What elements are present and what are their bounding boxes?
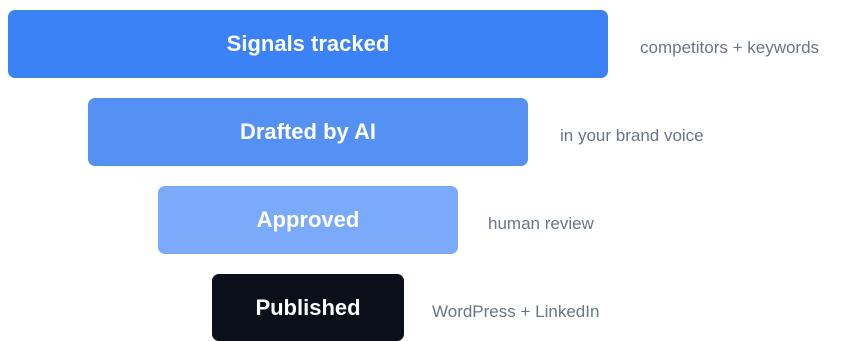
- stage-approved: Approved: [158, 186, 458, 254]
- stage-note: in your brand voice: [560, 126, 704, 145]
- stage-label: Published: [255, 294, 361, 320]
- stage-note: human review: [488, 214, 594, 233]
- stage-drafted-by-ai: Drafted by AI: [88, 98, 528, 166]
- stage-note: WordPress + LinkedIn: [432, 302, 600, 321]
- stage-label: Drafted by AI: [239, 119, 377, 144]
- stage-note: competitors + keywords: [640, 38, 820, 57]
- stage-label: Signals tracked: [226, 31, 390, 56]
- stage-published: Published: [212, 274, 404, 341]
- stage-label: Approved: [256, 207, 360, 232]
- stage-signals-tracked: Signals tracked: [8, 10, 608, 78]
